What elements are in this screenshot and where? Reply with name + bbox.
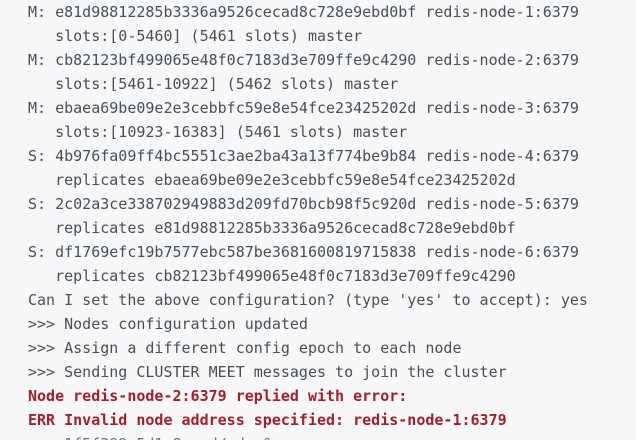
terminal-line: e1f5f399 5d1 8 d/ d ° <box>28 432 588 440</box>
terminal-line-error: ERR Invalid node address specified: redi… <box>28 411 507 429</box>
terminal-line: replicates ebaea69be09e2e3cebbfc59e8e54f… <box>28 171 516 189</box>
terminal-line: S: 2c02a3ce338702949883d209fd70bcb98f5c9… <box>28 195 579 213</box>
terminal-line: slots:[10923-16383] (5461 slots) master <box>28 123 408 141</box>
terminal-line: >>> Sending CLUSTER MEET messages to joi… <box>28 363 507 381</box>
terminal-line-error: Node redis-node-2:6379 replied with erro… <box>28 387 408 405</box>
terminal-line: >>> Nodes configuration updated <box>28 315 308 333</box>
terminal-line: S: 4b976fa09ff4bc5551c3ae2ba43a13f774be9… <box>28 147 579 165</box>
terminal-output[interactable]: M: e81d98812285b3336a9526cecad8c728e9ebd… <box>0 0 636 440</box>
terminal-line: Can I set the above configuration? (type… <box>28 291 588 309</box>
terminal-line: slots:[5461-10922] (5462 slots) master <box>28 75 399 93</box>
terminal-lines: M: e81d98812285b3336a9526cecad8c728e9ebd… <box>28 0 588 440</box>
terminal-line: S: df1769efc19b7577ebc587be3681600819715… <box>28 243 579 261</box>
terminal-line: replicates e81d98812285b3336a9526cecad8c… <box>28 219 516 237</box>
terminal-line: M: e81d98812285b3336a9526cecad8c728e9ebd… <box>28 3 579 21</box>
terminal-line: M: cb82123bf499065e48f0c7183d3e709ffe9c4… <box>28 51 579 69</box>
terminal-line: slots:[0-5460] (5461 slots) master <box>28 27 363 45</box>
terminal-line: M: ebaea69be09e2e3cebbfc59e8e54fce234252… <box>28 99 579 117</box>
terminal-line: >>> Assign a different config epoch to e… <box>28 339 462 357</box>
terminal-line: replicates cb82123bf499065e48f0c7183d3e7… <box>28 267 516 285</box>
